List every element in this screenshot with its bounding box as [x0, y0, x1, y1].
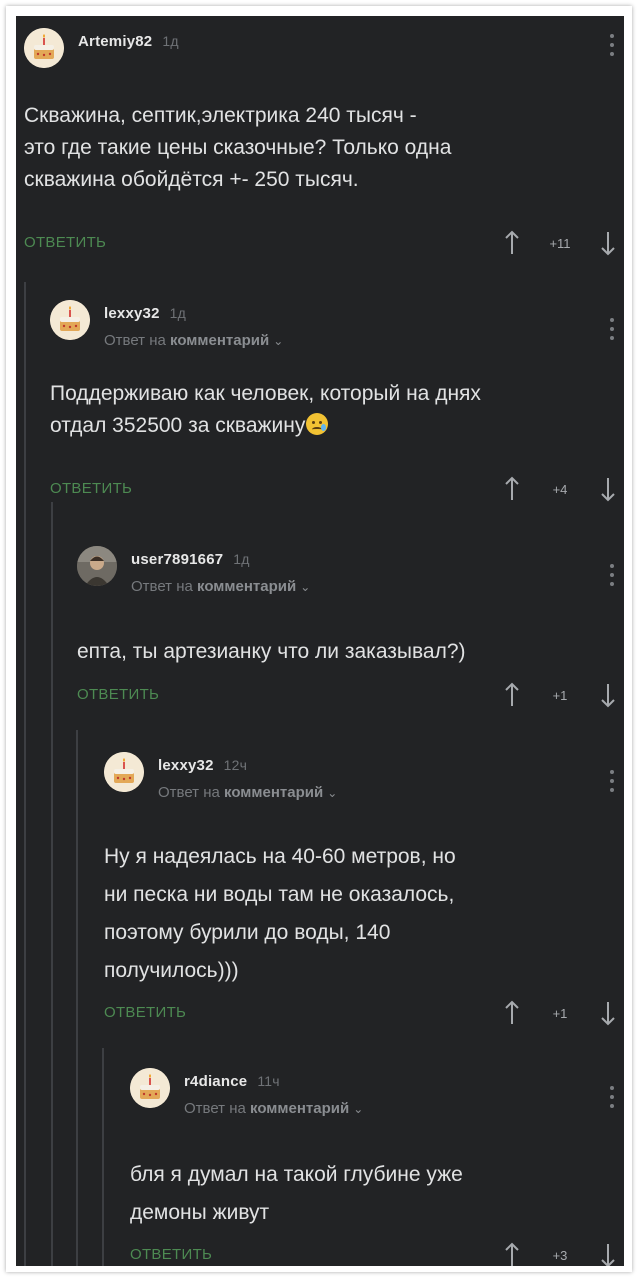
vote-score: +3 — [552, 1248, 568, 1263]
comment-text: Поддерживаю как человек, который на днях… — [50, 382, 481, 437]
timestamp: 11ч — [257, 1073, 280, 1089]
timestamp: 1д — [233, 551, 250, 567]
more-vertical-icon[interactable] — [608, 318, 616, 344]
arrow-up-icon[interactable] — [504, 1242, 520, 1266]
avatar[interactable] — [130, 1068, 170, 1108]
vote-controls: +1 — [504, 682, 616, 710]
arrow-down-icon[interactable] — [600, 1242, 616, 1266]
vote-controls: +4 — [504, 476, 616, 504]
reply-to-link[interactable]: Ответ на комментарий ⌄ — [104, 332, 283, 349]
user-photo-icon — [77, 546, 117, 586]
reply-to-link[interactable]: Ответ на комментарий ⌄ — [158, 784, 337, 801]
arrow-up-icon[interactable] — [504, 682, 520, 708]
username[interactable]: lexxy32 1д — [104, 305, 186, 322]
timestamp: 12ч — [223, 757, 248, 773]
arrow-down-icon[interactable] — [600, 476, 616, 502]
avatar[interactable] — [50, 300, 90, 340]
vote-controls: +3 — [504, 1242, 616, 1266]
avatar[interactable] — [24, 28, 64, 68]
reply-to-link[interactable]: Ответ на комментарий ⌄ — [131, 578, 310, 595]
timestamp: 1д — [162, 33, 179, 49]
comments-screen: Artemiy82 1д Скважина, септик,электрика 2… — [16, 16, 624, 1266]
username[interactable]: user7891667 1д — [131, 551, 250, 568]
thread-line[interactable] — [76, 730, 78, 1266]
chevron-down-icon: ⌄ — [327, 786, 338, 800]
smiling-face-with-tear-icon — [306, 413, 329, 435]
chevron-down-icon: ⌄ — [353, 1102, 364, 1116]
more-vertical-icon[interactable] — [608, 34, 616, 60]
vote-score: +1 — [552, 1006, 568, 1021]
pikabu-cake-icon — [130, 1068, 170, 1108]
more-vertical-icon[interactable] — [608, 1086, 616, 1112]
chevron-down-icon: ⌄ — [273, 334, 284, 348]
arrow-down-icon[interactable] — [600, 1000, 616, 1026]
comment-text: Ну я надеялась на 40-60 метров, но ни пе… — [104, 845, 456, 982]
reply-to-link[interactable]: Ответ на комментарий ⌄ — [184, 1100, 363, 1117]
pikabu-cake-icon — [50, 300, 90, 340]
pikabu-cake-icon — [24, 28, 64, 68]
comment: r4diance 11ч Ответ на комментарий ⌄ бля я … — [130, 1068, 624, 1266]
more-vertical-icon[interactable] — [608, 770, 616, 796]
username[interactable]: Artemiy82 1д — [78, 33, 179, 50]
comment: lexxy32 12ч Ответ на комментарий ⌄ Ну я на… — [104, 752, 624, 1026]
avatar[interactable] — [77, 546, 117, 586]
timestamp: 1д — [169, 305, 186, 321]
thread-line[interactable] — [102, 1048, 104, 1266]
username[interactable]: lexxy32 12ч — [158, 757, 247, 774]
reply-button[interactable]: ОТВЕТИТЬ — [77, 686, 159, 703]
thread-line[interactable] — [51, 502, 53, 1266]
arrow-down-icon[interactable] — [600, 230, 616, 256]
comment: lexxy32 1д Ответ на комментарий ⌄ Поддержи… — [50, 300, 624, 502]
vote-score: +11 — [549, 236, 571, 251]
username[interactable]: r4diance 11ч — [184, 1073, 280, 1090]
arrow-up-icon[interactable] — [504, 1000, 520, 1026]
arrow-up-icon[interactable] — [504, 230, 520, 256]
comment-text: Скважина, септик,электрика 240 тысяч - э… — [24, 104, 452, 191]
vote-controls: +11 — [504, 230, 616, 258]
more-vertical-icon[interactable] — [608, 564, 616, 590]
vote-controls: +1 — [504, 1000, 616, 1028]
reply-button[interactable]: ОТВЕТИТЬ — [130, 1246, 212, 1263]
comment: user7891667 1д Ответ на комментарий ⌄ епта… — [77, 546, 624, 708]
pikabu-cake-icon — [104, 752, 144, 792]
reply-button[interactable]: ОТВЕТИТЬ — [104, 1004, 186, 1021]
comment-text: епта, ты артезианку что ли заказывал?) — [77, 640, 466, 663]
reply-button[interactable]: ОТВЕТИТЬ — [24, 234, 106, 251]
vote-score: +4 — [552, 482, 568, 497]
arrow-down-icon[interactable] — [600, 682, 616, 708]
avatar[interactable] — [104, 752, 144, 792]
comment-text: бля я думал на такой глубине уже демоны … — [130, 1163, 463, 1224]
arrow-up-icon[interactable] — [504, 476, 520, 502]
chevron-down-icon: ⌄ — [300, 580, 311, 594]
thread-line[interactable] — [24, 282, 26, 1266]
reply-button[interactable]: ОТВЕТИТЬ — [50, 480, 132, 497]
vote-score: +1 — [552, 688, 568, 703]
comment: Artemiy82 1д Скважина, септик,электрика 2… — [24, 28, 624, 268]
